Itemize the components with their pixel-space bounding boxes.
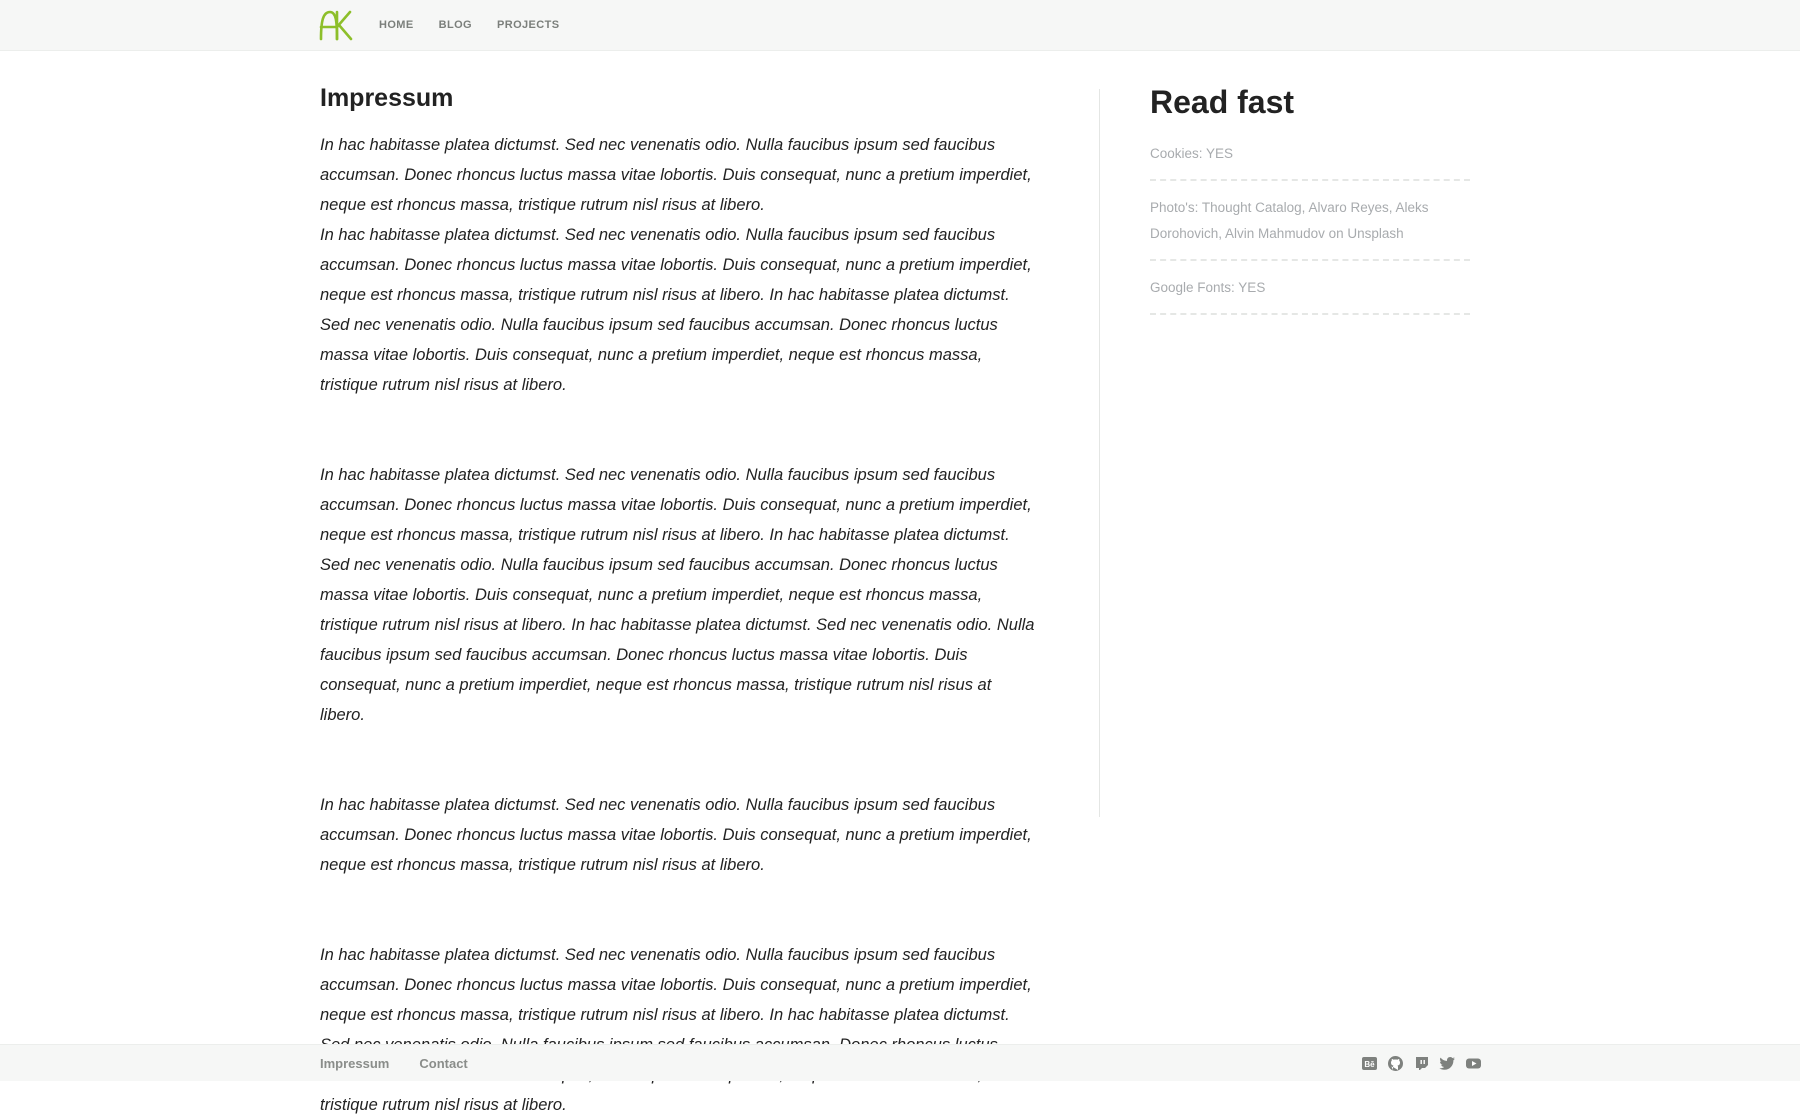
nav-item-blog[interactable]: BLOG bbox=[439, 19, 472, 31]
github-icon[interactable] bbox=[1387, 1055, 1404, 1072]
footer-link-impressum[interactable]: Impressum bbox=[320, 1056, 389, 1071]
twitch-icon[interactable] bbox=[1413, 1055, 1430, 1072]
nav-item-home[interactable]: HOME bbox=[379, 19, 414, 31]
top-navbar: HOME BLOG PROJECTS bbox=[0, 0, 1800, 51]
paragraph: In hac habitasse platea dictumst. Sed ne… bbox=[320, 466, 1035, 724]
paragraph: In hac habitasse platea dictumst. Sed ne… bbox=[320, 226, 1032, 394]
sidebar: Read fast Cookies: YES Photo's: Thought … bbox=[1150, 78, 1470, 329]
twitter-icon[interactable] bbox=[1439, 1055, 1456, 1072]
social-links: Bē bbox=[1361, 1045, 1482, 1081]
footer-link-contact[interactable]: Contact bbox=[419, 1056, 467, 1071]
behance-icon[interactable]: Bē bbox=[1361, 1055, 1378, 1072]
page-title: Impressum bbox=[320, 84, 454, 112]
paragraph: In hac habitasse platea dictumst. Sed ne… bbox=[320, 136, 1032, 214]
footer-links: Impressum Contact bbox=[320, 1045, 468, 1081]
svg-text:Bē: Bē bbox=[1364, 1060, 1375, 1069]
paragraph: In hac habitasse platea dictumst. Sed ne… bbox=[320, 796, 1032, 874]
nav-item-projects[interactable]: PROJECTS bbox=[497, 19, 560, 31]
main-content: Impressum In hac habitasse platea dictum… bbox=[320, 78, 1040, 1120]
main-nav: HOME BLOG PROJECTS bbox=[379, 0, 560, 50]
sidebar-title: Read fast bbox=[1150, 84, 1295, 120]
paragraph: In hac habitasse platea dictumst. Sed ne… bbox=[320, 946, 1032, 1114]
sidebar-item-photos: Photo's: Thought Catalog, Alvaro Reyes, … bbox=[1150, 195, 1470, 261]
column-divider bbox=[1099, 89, 1100, 817]
logo-icon[interactable] bbox=[319, 9, 353, 41]
sidebar-item-fonts: Google Fonts: YES bbox=[1150, 275, 1470, 315]
sidebar-item-cookies: Cookies: YES bbox=[1150, 141, 1470, 181]
footer: Impressum Contact Bē bbox=[0, 1044, 1800, 1081]
youtube-icon[interactable] bbox=[1465, 1055, 1482, 1072]
